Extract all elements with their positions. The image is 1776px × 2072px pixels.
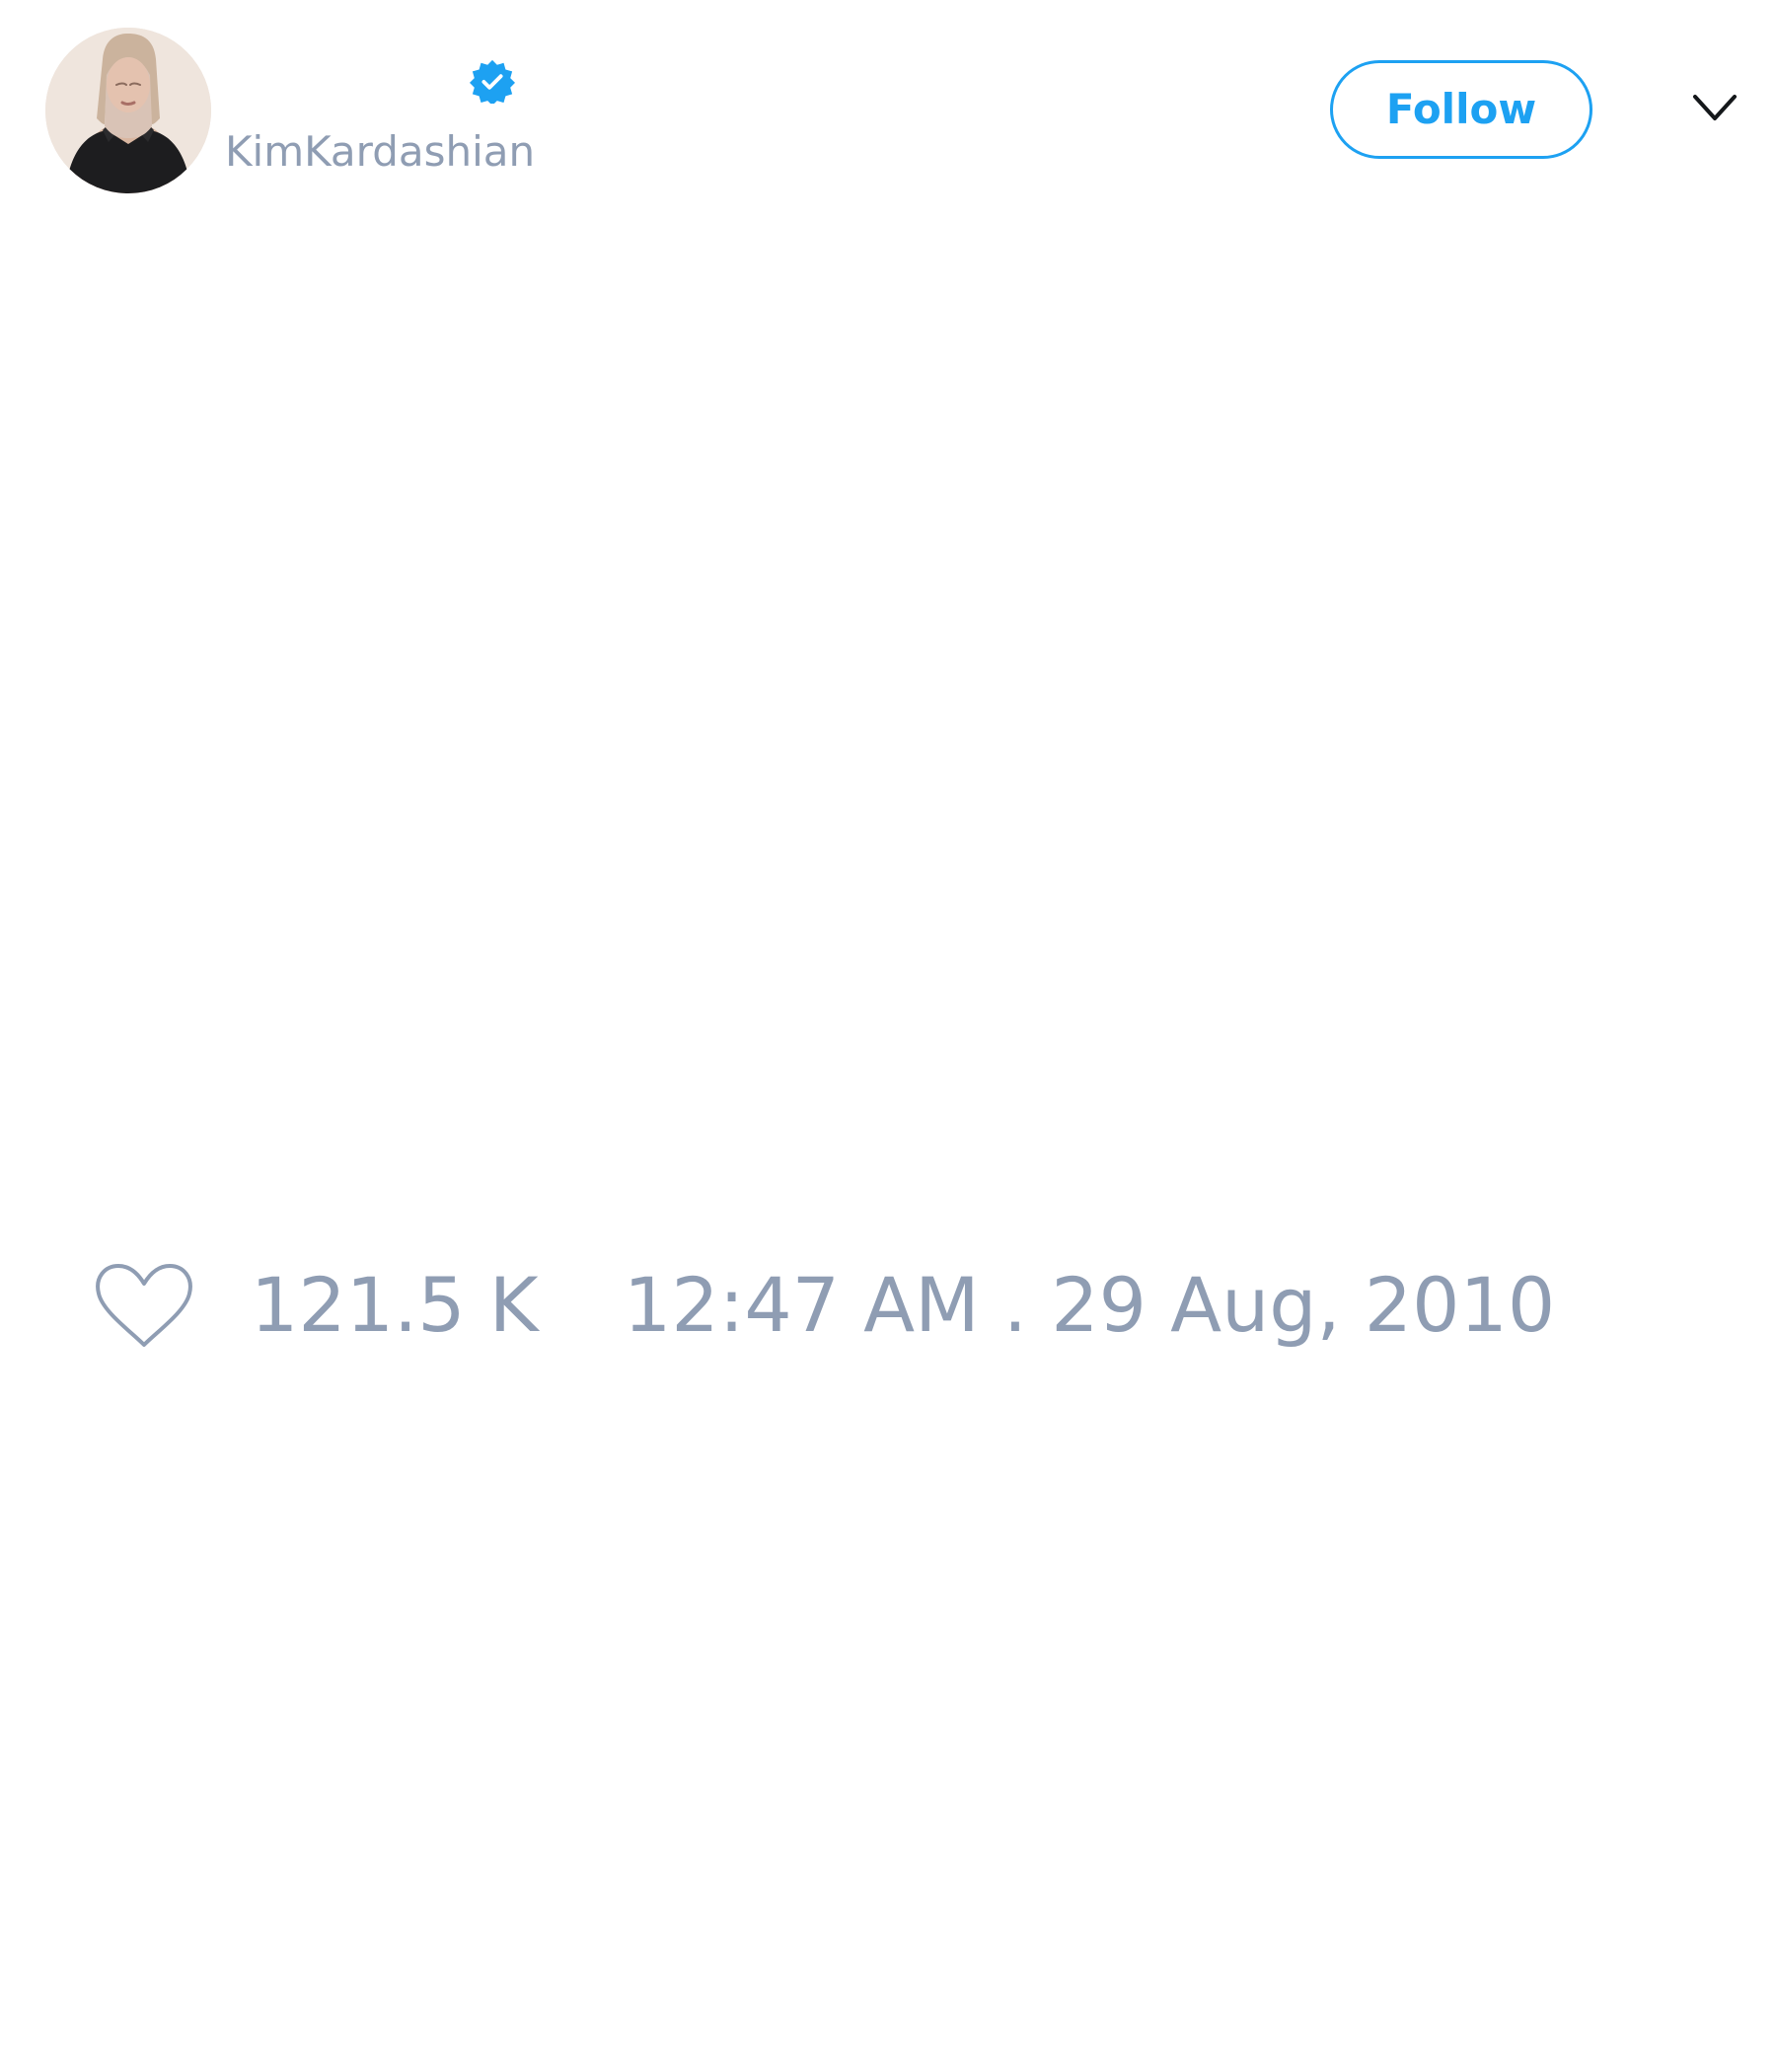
display-name[interactable] xyxy=(225,57,462,107)
avatar-image xyxy=(45,28,211,193)
tweet-footer: 121.5 K 12:47 AM . 29 Aug, 2010 xyxy=(0,622,1776,1349)
user-handle[interactable]: KimKardashian xyxy=(225,124,535,180)
tweet-header: KimKardashian Follow xyxy=(0,0,1776,217)
like-count: 121.5 K xyxy=(251,1261,539,1349)
tweet-timestamp[interactable]: 12:47 AM . 29 Aug, 2010 xyxy=(624,1261,1555,1350)
verified-badge-icon xyxy=(470,58,515,104)
chevron-down-icon[interactable] xyxy=(1691,91,1739,126)
follow-button[interactable]: Follow xyxy=(1330,60,1592,159)
tweet-body xyxy=(45,217,1723,612)
avatar[interactable] xyxy=(45,28,211,193)
heart-icon[interactable] xyxy=(91,1258,197,1353)
